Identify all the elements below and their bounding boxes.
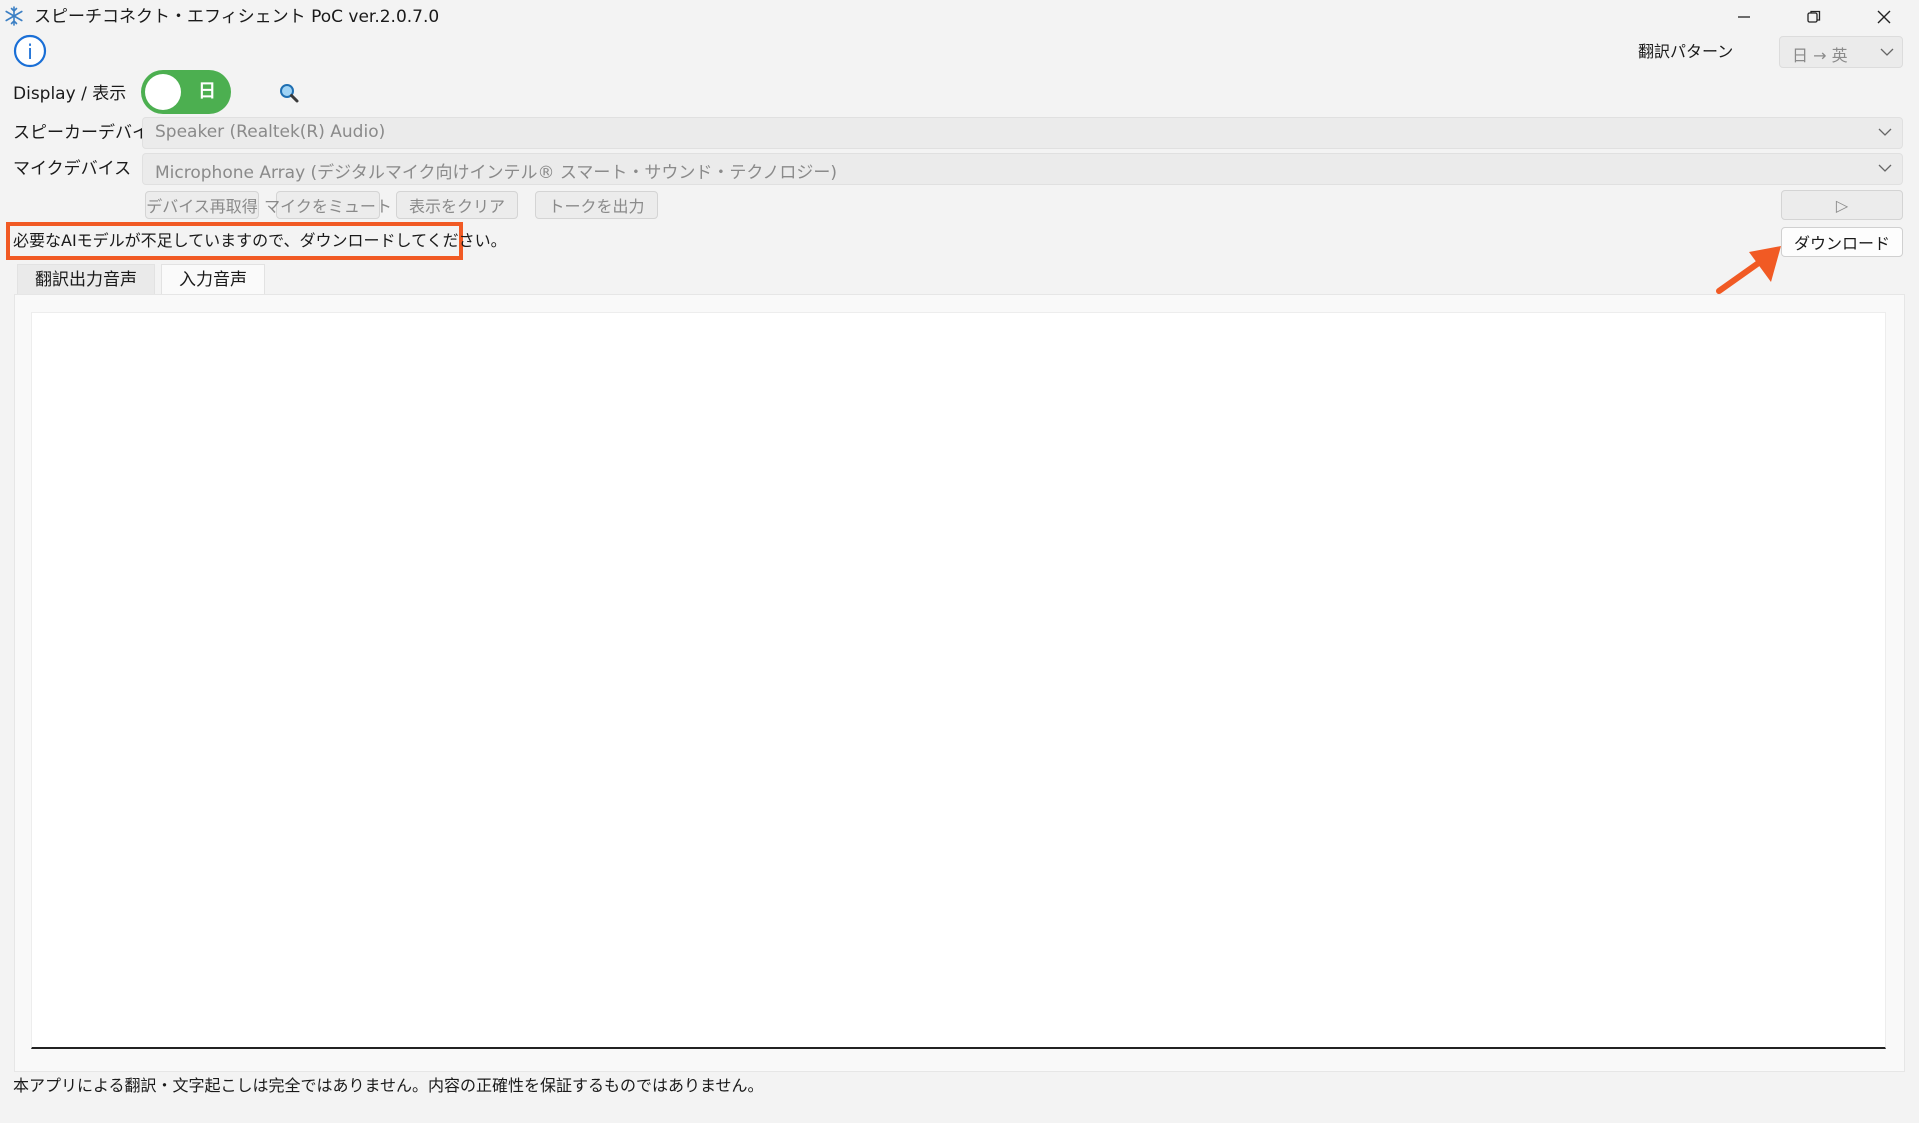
toggle-language-label: 日 xyxy=(198,81,216,102)
magnifier-icon[interactable] xyxy=(278,82,300,104)
missing-model-message: 必要なAIモデルが不足していますので、ダウンロードしてください。 xyxy=(13,231,507,250)
tab-translated-audio[interactable]: 翻訳出力音声 xyxy=(17,264,155,294)
transcript-text-area[interactable] xyxy=(31,312,1886,1049)
arrow-annotation-icon xyxy=(1716,246,1781,294)
mic-device-value: Microphone Array (デジタルマイク向けインテル® スマート・サウ… xyxy=(155,163,838,183)
translation-pattern-label: 翻訳パターン xyxy=(1638,42,1734,61)
display-label: Display / 表示 xyxy=(13,84,127,104)
minimize-button[interactable] xyxy=(1709,0,1779,34)
svg-text:i: i xyxy=(27,40,33,64)
speaker-device-select[interactable]: Speaker (Realtek(R) Audio) xyxy=(142,117,1903,149)
translation-pattern-select[interactable]: 日 → 英 xyxy=(1779,36,1903,68)
clear-display-button[interactable]: 表示をクリア xyxy=(396,191,518,219)
close-button[interactable] xyxy=(1849,0,1919,34)
play-button[interactable]: ▷ xyxy=(1781,190,1903,220)
chevron-down-icon xyxy=(1880,48,1894,56)
translation-pattern-value: 日 → 英 xyxy=(1792,46,1848,65)
window-title: スピーチコネクト・エフィシェント PoC ver.2.0.7.0 xyxy=(34,7,440,27)
display-toggle[interactable]: 日 xyxy=(141,70,231,114)
mic-device-select[interactable]: Microphone Array (デジタルマイク向けインテル® スマート・サウ… xyxy=(142,153,1903,185)
chevron-down-icon xyxy=(1878,128,1892,136)
chevron-down-icon xyxy=(1878,164,1892,172)
minimize-icon xyxy=(1738,16,1750,18)
reacquire-devices-button[interactable]: デバイス再取得 xyxy=(145,191,259,219)
tab-input-audio[interactable]: 入力音声 xyxy=(161,264,265,294)
close-icon xyxy=(1877,10,1891,24)
mic-device-label: マイクデバイス xyxy=(13,159,132,179)
restore-icon xyxy=(1807,10,1821,23)
mute-mic-button[interactable]: マイクをミュート xyxy=(264,191,392,219)
restore-button[interactable] xyxy=(1779,0,1849,34)
export-talk-button[interactable]: トークを出力 xyxy=(535,191,658,219)
disclaimer-text: 本アプリによる翻訳・文字起こしは完全ではありません。内容の正確性を保証するもので… xyxy=(13,1076,764,1095)
info-icon[interactable]: i xyxy=(13,34,47,68)
download-button[interactable]: ダウンロード xyxy=(1781,227,1903,257)
speaker-device-value: Speaker (Realtek(R) Audio) xyxy=(155,122,386,142)
snowflake-app-icon xyxy=(5,6,23,26)
toggle-knob xyxy=(145,74,181,110)
